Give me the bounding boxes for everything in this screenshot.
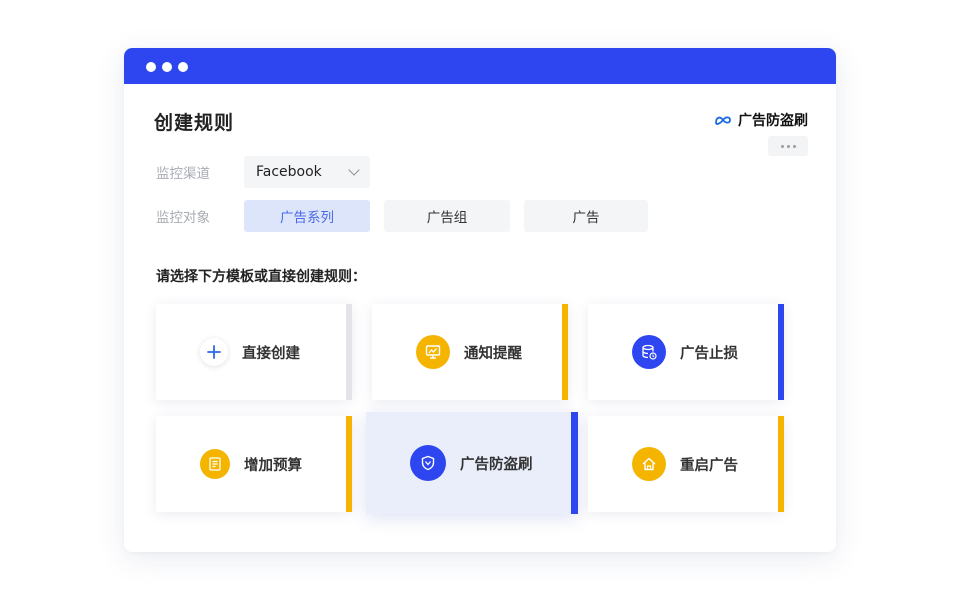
template-label: 广告止损 [680,345,738,362]
window-dot-icon[interactable] [146,62,156,72]
window-dot-icon[interactable] [162,62,172,72]
page-title: 创建规则 [154,112,235,134]
card-accent-bar [562,304,568,400]
section-title: 请选择下方模板或直接创建规则： [156,269,366,285]
template-label: 重启广告 [680,457,738,474]
template-label: 增加预算 [244,457,302,474]
brand: 广告防盗刷 [714,110,808,130]
template-card-anti-fraud[interactable]: 广告防盗刷 [366,412,578,514]
template-label: 广告防盗刷 [460,456,533,473]
template-card-stop-loss[interactable]: 广告止损 [588,304,784,400]
channel-select-value: Facebook [256,164,322,180]
more-button[interactable] [768,136,808,156]
more-dots-icon [780,144,784,148]
target-option-campaign[interactable]: 广告系列 [244,200,370,232]
card-accent-bar [571,412,578,514]
document-list-icon [200,449,230,479]
template-card-direct-create[interactable]: 直接创建 [156,304,352,400]
target-label: 监控对象 [156,210,210,226]
home-icon [632,447,666,481]
target-option-ad[interactable]: 广告 [524,200,648,232]
card-accent-bar [778,416,784,512]
window-titlebar [124,48,836,84]
meta-logo-icon [715,116,731,125]
rule-window: 创建规则 广告防盗刷 监控渠道 Facebook 监控对象 广告系列 广告组 广… [124,48,836,552]
channel-select[interactable]: Facebook [244,156,370,188]
card-accent-bar [778,304,784,400]
card-accent-bar [346,416,352,512]
database-clock-icon [632,335,666,369]
window-dot-icon[interactable] [178,62,188,72]
target-option-adset[interactable]: 广告组 [384,200,510,232]
shield-icon [410,445,446,481]
monitor-chart-icon [416,335,450,369]
plus-icon [200,338,228,366]
brand-name: 广告防盗刷 [738,113,808,129]
template-label: 通知提醒 [464,345,522,362]
template-label: 直接创建 [242,345,300,362]
template-card-notify[interactable]: 通知提醒 [372,304,568,400]
card-accent-bar [346,304,352,400]
channel-label: 监控渠道 [156,166,210,182]
template-card-increase-budget[interactable]: 增加预算 [156,416,352,512]
chevron-down-icon [348,164,360,176]
template-card-restart-ad[interactable]: 重启广告 [588,416,784,512]
